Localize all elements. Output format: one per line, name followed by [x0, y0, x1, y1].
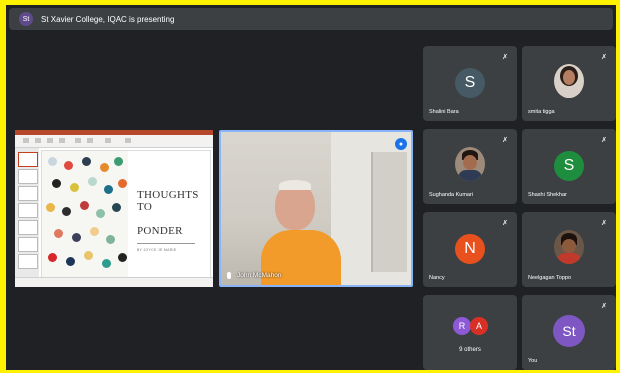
participant-name: smita tigga — [528, 109, 555, 115]
mic-off-icon[interactable]: ✗ — [600, 303, 608, 311]
slide-thumbnail — [18, 220, 38, 235]
participant-name: Neelgagan Toppo — [528, 275, 572, 281]
slide-author: BY JOYCE JE MARIE — [137, 248, 177, 252]
current-slide: THOUGHTS TO PONDER BY JOYCE JE MARIE — [41, 150, 211, 280]
background-door — [371, 152, 407, 272]
mic-icon — [227, 272, 231, 279]
presenting-text: St Xavier College, IQAC is presenting — [41, 14, 175, 24]
others-avatar: R — [453, 317, 471, 335]
ppt-ribbon — [15, 135, 213, 148]
slide-thumbnail — [18, 186, 38, 201]
mic-off-icon[interactable]: ✗ — [600, 220, 608, 228]
slide-thumbnail — [18, 169, 38, 184]
slide-thumbnail — [18, 254, 38, 269]
participant-tile[interactable]: S ✗ Shashi Shekhar — [522, 129, 616, 204]
slide-thumbnail — [18, 237, 38, 252]
participant-name: Shashi Shekhar — [528, 192, 567, 198]
self-avatar: St — [553, 315, 585, 347]
participant-tile[interactable]: N ✗ Nancy — [423, 212, 517, 287]
participant-photo — [554, 64, 584, 98]
self-tile[interactable]: St ✗ You — [522, 295, 616, 370]
participant-tile[interactable]: S ✗ Shalini Bara — [423, 46, 517, 121]
speaker-hair — [279, 180, 311, 190]
others-avatar: A — [470, 317, 488, 335]
meeting-stage: St St Xavier College, IQAC is presenting — [6, 5, 616, 370]
participant-tile[interactable]: ✗ smita tigga — [522, 46, 616, 121]
speaker-name-label: John McMahon — [227, 272, 281, 279]
slide-title-line1: THOUGHTS TO — [137, 189, 199, 213]
participant-tile[interactable]: ✗ Sughanda Kumari — [423, 129, 517, 204]
active-speaker-tile[interactable]: ● John McMahon — [219, 130, 413, 287]
screen-share-tile[interactable]: THOUGHTS TO PONDER BY JOYCE JE MARIE — [15, 130, 213, 287]
participant-photo — [554, 230, 584, 264]
participant-name: Sughanda Kumari — [429, 192, 474, 198]
participant-avatar: S — [554, 151, 584, 181]
others-tile[interactable]: R A 9 others — [423, 295, 517, 370]
mic-off-icon[interactable]: ✗ — [501, 54, 509, 62]
speaking-indicator-icon: ● — [395, 138, 407, 150]
ppt-statusbar — [15, 277, 213, 287]
participant-name: Nancy — [429, 275, 445, 281]
participant-photo — [455, 147, 485, 181]
mic-off-icon[interactable]: ✗ — [501, 137, 509, 145]
presenting-banner: St St Xavier College, IQAC is presenting — [9, 8, 613, 30]
slide-thumbnail — [18, 152, 38, 167]
others-count-label: 9 others — [459, 347, 481, 353]
participant-tile[interactable]: ✗ Neelgagan Toppo — [522, 212, 616, 287]
speaker-name: John McMahon — [237, 272, 282, 279]
participant-name: Shalini Bara — [429, 109, 459, 115]
self-name: You — [528, 358, 538, 364]
mic-off-icon[interactable]: ✗ — [501, 220, 509, 228]
slide-title-line2: PONDER — [137, 225, 183, 237]
slide-divider — [137, 243, 195, 244]
mic-off-icon[interactable]: ✗ — [600, 137, 608, 145]
others-avatars: R A — [453, 317, 489, 335]
mic-off-icon[interactable]: ✗ — [600, 54, 608, 62]
slide-thumbnail — [18, 203, 38, 218]
slide-dots-image — [42, 151, 128, 279]
slide-thumbnails — [15, 148, 39, 278]
participant-avatar: N — [455, 234, 485, 264]
participant-avatar: S — [455, 68, 485, 98]
presenter-avatar: St — [19, 12, 33, 26]
